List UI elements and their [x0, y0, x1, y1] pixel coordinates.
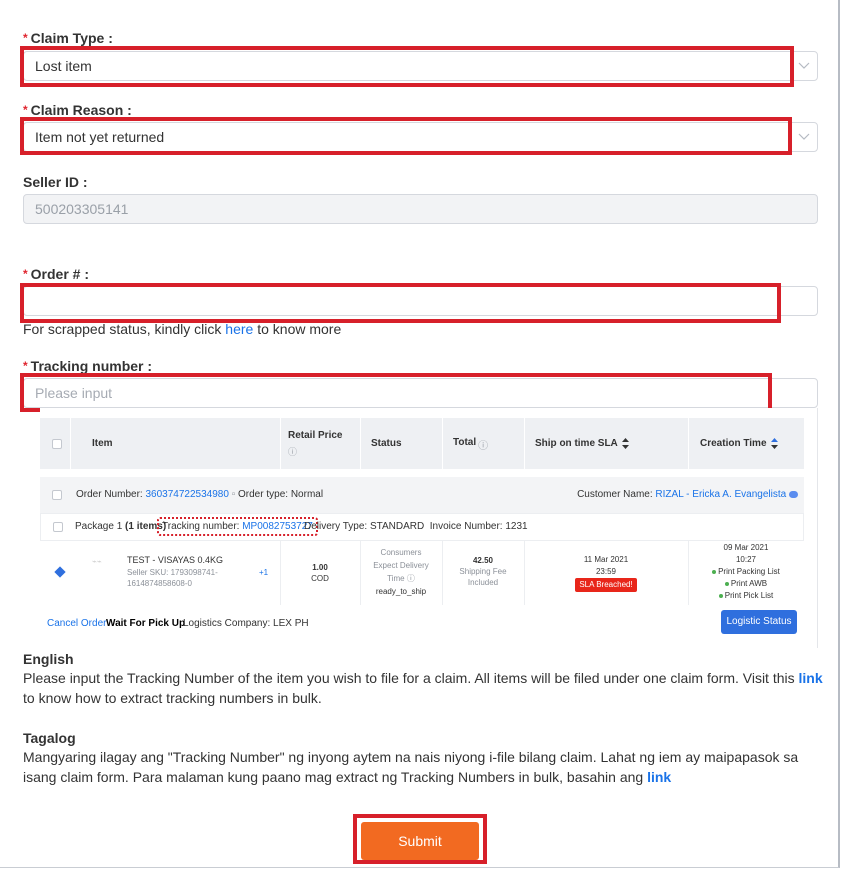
example-table-header: Item Retail Price ⓘ Status Total ⓘ Ship on…: [40, 418, 804, 469]
chat-icon: [789, 490, 798, 498]
copy-icon: ▫: [231, 489, 236, 500]
order-checkbox: [52, 490, 62, 500]
example-order-row: Order Number: 360374722534980 ▫ Order ty…: [40, 477, 804, 513]
sort-icon: [621, 438, 629, 449]
product-image: ⌁⌁: [92, 557, 102, 566]
claim-type-select[interactable]: Lost item: [23, 51, 818, 81]
tracking-number-input[interactable]: Please input: [23, 378, 818, 408]
package-icon: [54, 566, 66, 578]
example-package-row: Package 1 (1 items) Tracking number: MP0…: [40, 513, 804, 541]
info-icon: ⓘ: [288, 446, 298, 457]
chevron-down-icon: [790, 52, 817, 80]
select-all-checkbox: [52, 438, 62, 449]
chevron-down-icon: [790, 123, 817, 151]
example-footer-row: Cancel Order Wait For Pick Up Logistics …: [40, 605, 804, 643]
submit-button[interactable]: Submit: [361, 822, 479, 860]
seller-id-label: Seller ID :: [23, 174, 88, 190]
claim-reason-select[interactable]: Item not yet returned: [23, 122, 818, 152]
order-number-input[interactable]: [23, 286, 818, 316]
col-ship-sla: Ship on time SLA: [535, 418, 629, 469]
tagalog-link[interactable]: link: [647, 769, 671, 785]
claim-type-label: * Claim Type :: [23, 30, 113, 46]
seller-id-field: 500203305141: [23, 194, 818, 224]
col-creation-time: Creation Time: [700, 418, 778, 469]
col-total: Total ⓘ: [453, 437, 489, 452]
col-status: Status: [371, 438, 402, 449]
col-item: Item: [92, 438, 113, 449]
english-link[interactable]: link: [799, 670, 823, 686]
example-orders-screenshot: Item Retail Price ⓘ Status Total ⓘ Ship on…: [40, 408, 818, 648]
english-text: Please input the Tracking Number of the …: [23, 670, 823, 706]
sla-breached-badge: SLA Breached!: [575, 578, 637, 592]
order-number-label: * Order # :: [23, 266, 90, 282]
logistic-status-button: Logistic Status: [721, 610, 797, 634]
col-retail-price: Retail Price ⓘ: [288, 429, 343, 457]
info-icon: ⓘ: [478, 441, 489, 452]
sort-icon: [770, 438, 778, 449]
claim-reason-label: * Claim Reason :: [23, 102, 132, 118]
tagalog-text: Mangyaring ilagay ang "Tracking Number" …: [23, 749, 799, 785]
english-heading: English: [23, 651, 74, 667]
package-checkbox: [53, 522, 63, 532]
tagalog-heading: Tagalog: [23, 730, 76, 746]
claim-form-page: * Claim Type : Lost item * Claim Reason : …: [0, 0, 840, 868]
here-link[interactable]: here: [225, 321, 253, 337]
tracking-number-label: * Tracking number :: [23, 358, 153, 374]
example-tracking-highlight: Tracking number: MP0082753727: [157, 517, 318, 536]
example-item-row: ⌁⌁ TEST - VISAYAS 0.4KG Seller SKU: 1793…: [40, 541, 804, 606]
scrapped-status-hint: For scrapped status, kindly click here t…: [23, 321, 342, 337]
